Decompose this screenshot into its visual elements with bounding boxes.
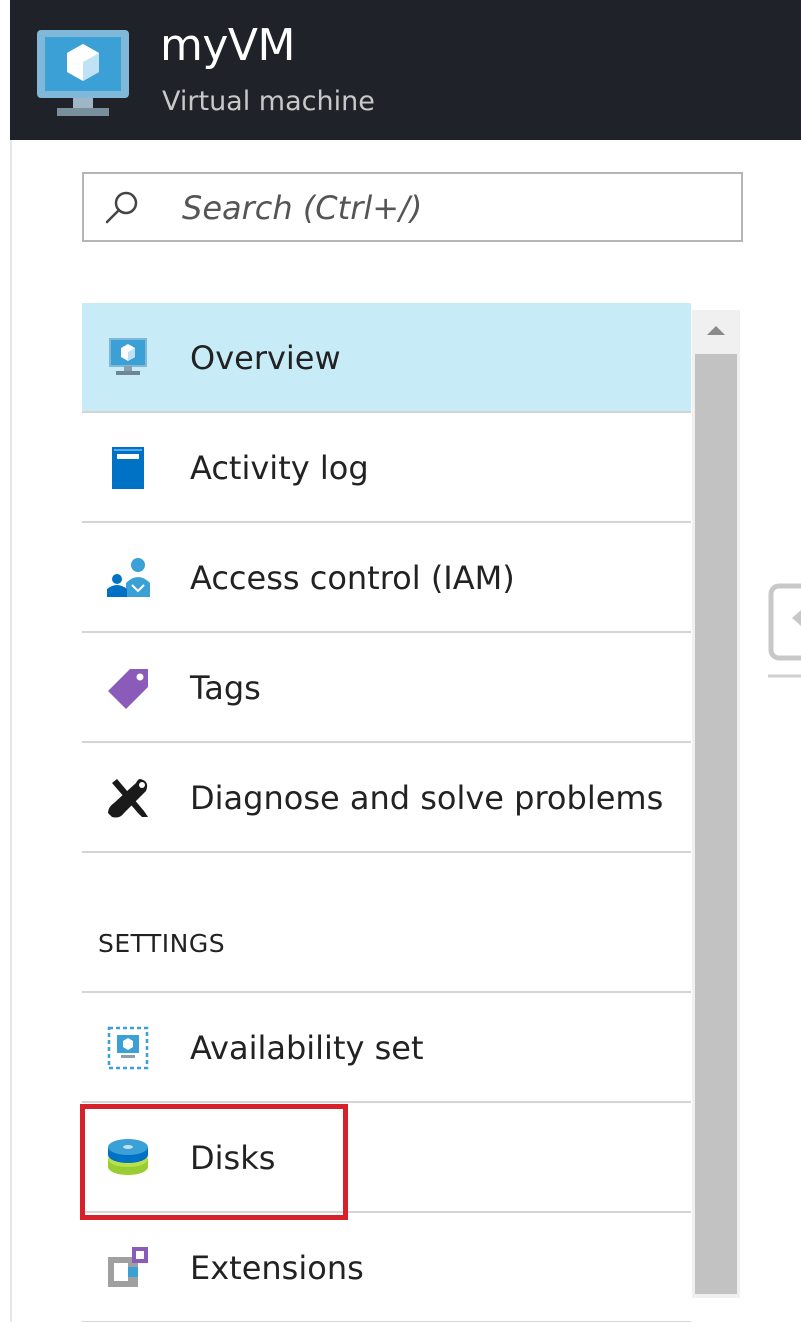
search-box[interactable]: [82, 172, 743, 242]
menu-scrollbar[interactable]: [692, 310, 740, 1298]
menu-item-label: Tags: [190, 669, 261, 707]
menu-item-extensions[interactable]: Extensions: [82, 1213, 691, 1322]
page-subtitle: Virtual machine: [162, 86, 375, 117]
page-title: myVM: [160, 20, 295, 71]
search-icon: [105, 191, 138, 224]
vm-monitor-icon: [109, 338, 147, 375]
access-control-icon: [107, 558, 150, 597]
wrench-screwdriver-icon: [108, 779, 148, 818]
menu-item-diagnose[interactable]: Diagnose and solve problems: [82, 743, 691, 853]
partial-panel-icon: [768, 583, 801, 678]
settings-section-header: SETTINGS: [82, 853, 691, 993]
menu-item-label: Diagnose and solve problems: [190, 779, 664, 817]
menu-item-label: Extensions: [190, 1249, 364, 1287]
menu-item-tags[interactable]: Tags: [82, 633, 691, 743]
menu-item-access-control[interactable]: Access control (IAM): [82, 523, 691, 633]
virtual-machine-icon: [37, 30, 129, 116]
disks-icon: [108, 1139, 148, 1175]
menu-item-label: Availability set: [190, 1029, 424, 1067]
menu-item-disks[interactable]: Disks: [82, 1103, 691, 1213]
section-label: SETTINGS: [98, 929, 226, 958]
blade-left-border: [10, 140, 12, 1322]
scroll-up-icon[interactable]: [692, 310, 740, 350]
extensions-icon: [108, 1247, 148, 1287]
tag-icon: [108, 669, 148, 709]
menu-item-label: Overview: [190, 339, 341, 377]
menu-item-label: Disks: [190, 1139, 276, 1177]
menu-item-label: Access control (IAM): [190, 559, 515, 597]
availability-set-icon: [107, 1026, 149, 1070]
scrollbar-thumb[interactable]: [695, 354, 737, 1294]
blade-header: myVM Virtual machine: [10, 0, 801, 140]
menu-item-label: Activity log: [190, 449, 369, 487]
menu-item-availability-set[interactable]: Availability set: [82, 993, 691, 1103]
menu-item-activity-log[interactable]: Activity log: [82, 413, 691, 523]
menu-item-overview[interactable]: Overview: [82, 303, 691, 413]
activity-log-icon: [112, 447, 144, 489]
search-input[interactable]: [182, 186, 722, 230]
resource-menu: Overview Activity log Access control (IA…: [82, 303, 691, 1322]
